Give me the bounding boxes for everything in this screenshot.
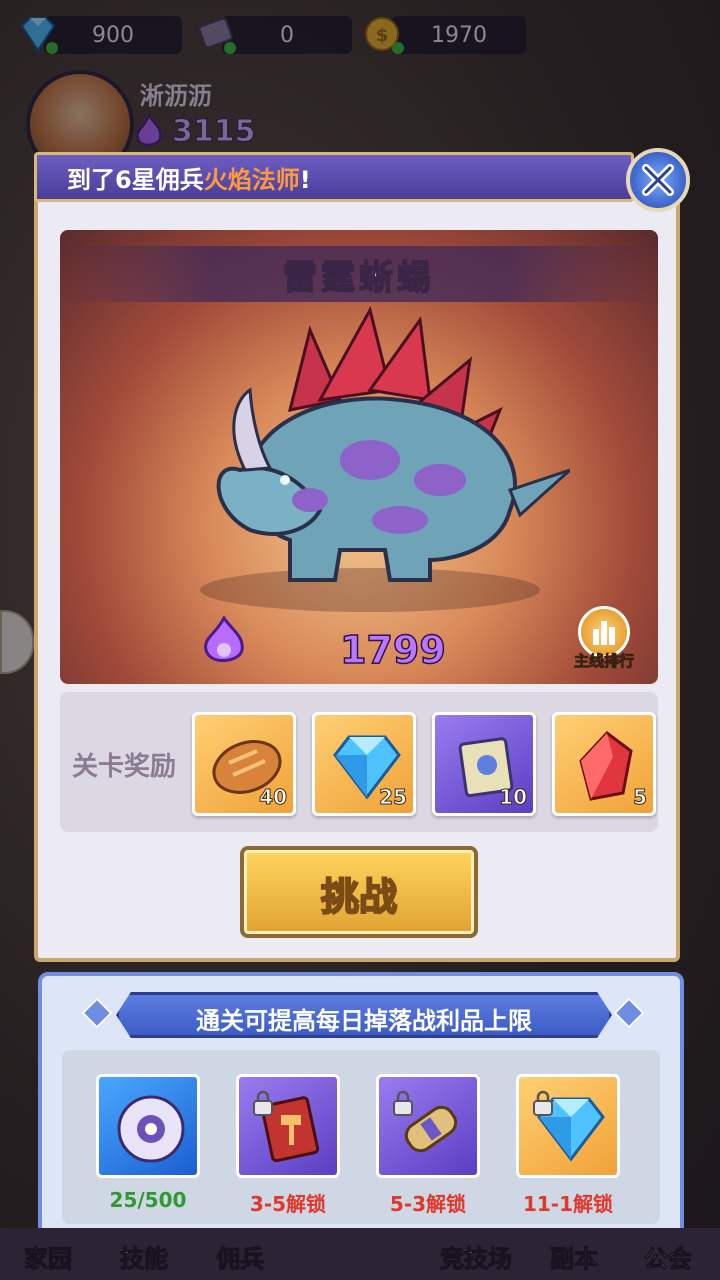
- loot-item-saw-disc[interactable]: [96, 1074, 200, 1178]
- marquee-suffix: !: [299, 165, 311, 194]
- reward-item-diamond[interactable]: 25: [312, 712, 416, 816]
- thunder-lizard-monster: [200, 305, 570, 612]
- panel-title-ribbon: 通关可提高每日掉落战利品上限: [116, 992, 612, 1038]
- reward-count: 5: [633, 785, 648, 810]
- reward-item-bread[interactable]: 40: [192, 712, 296, 816]
- marquee-prefix: 到了6星佣兵: [67, 165, 204, 194]
- nav-skills[interactable]: 技能: [120, 1239, 169, 1274]
- loot-item-scroll[interactable]: [376, 1074, 480, 1178]
- reward-count: 25: [379, 785, 408, 810]
- marquee-highlight: 火焰法师: [203, 165, 300, 194]
- challenge-button[interactable]: 挑战: [240, 846, 478, 938]
- reward-count: 40: [259, 785, 288, 810]
- ribbon-deco-left: [81, 997, 113, 1029]
- nav-home[interactable]: 家园: [24, 1239, 73, 1274]
- stage-rewards: 关卡奖励 40 25 10 5: [60, 692, 658, 832]
- loot-items: 25/500 3-5解锁 5-3解锁 11-1解锁: [62, 1050, 660, 1224]
- boss-power: 1799: [339, 627, 446, 673]
- loot-item-diamond[interactable]: [516, 1074, 620, 1178]
- nav-arena[interactable]: 竞技场: [440, 1239, 513, 1274]
- lock-icon: [393, 1090, 413, 1116]
- nav-dungeon[interactable]: 副本: [550, 1239, 599, 1274]
- loot-limit-panel: 通关可提高每日掉落战利品上限 25/500 3-5解锁 5-3解锁 11-1解锁: [38, 972, 684, 1242]
- reward-item-red-crystal[interactable]: 5: [552, 712, 656, 816]
- close-button[interactable]: [626, 148, 690, 212]
- bottom-nav: 家园 技能 佣兵 竞技场 副本 公会: [0, 1228, 720, 1280]
- ribbon-deco-right: [613, 997, 645, 1029]
- saw-disc-icon: [117, 1095, 185, 1163]
- nav-mercenaries[interactable]: 佣兵: [216, 1239, 265, 1274]
- nav-guild[interactable]: 公会: [644, 1239, 693, 1274]
- reward-count: 10: [499, 785, 528, 810]
- loot-unlock-text: 5-3解锁: [389, 1192, 467, 1216]
- panel-title: 通关可提高每日掉落战利品上限: [196, 1007, 532, 1035]
- ranking-label: 主线排行: [573, 652, 635, 671]
- loot-unlock-text: 11-1解锁: [522, 1192, 614, 1216]
- main-ranking-button[interactable]: 主线排行: [564, 606, 644, 676]
- rewards-label: 关卡奖励: [72, 752, 177, 782]
- loot-unlock-text: 3-5解锁: [249, 1192, 327, 1216]
- loot-item-hammer-book[interactable]: [236, 1074, 340, 1178]
- flame-icon: [204, 616, 244, 662]
- boss-modal: 到了6星佣兵火焰法师! 雷霆蜥蜴 1799 主线排行 关卡奖励 40 25 10…: [34, 148, 690, 962]
- marquee-text: 到了6星佣兵火焰法师!: [67, 160, 311, 195]
- reward-item-scroll[interactable]: 10: [432, 712, 536, 816]
- close-icon: [642, 164, 674, 196]
- lock-icon: [533, 1090, 553, 1116]
- challenge-label: 挑战: [320, 874, 398, 920]
- boss-card: 雷霆蜥蜴 1799 主线排行: [60, 230, 658, 684]
- loot-progress: 25/500: [109, 1188, 187, 1212]
- lock-icon: [253, 1090, 273, 1116]
- announcement-marquee: 到了6星佣兵火焰法师!: [34, 152, 634, 202]
